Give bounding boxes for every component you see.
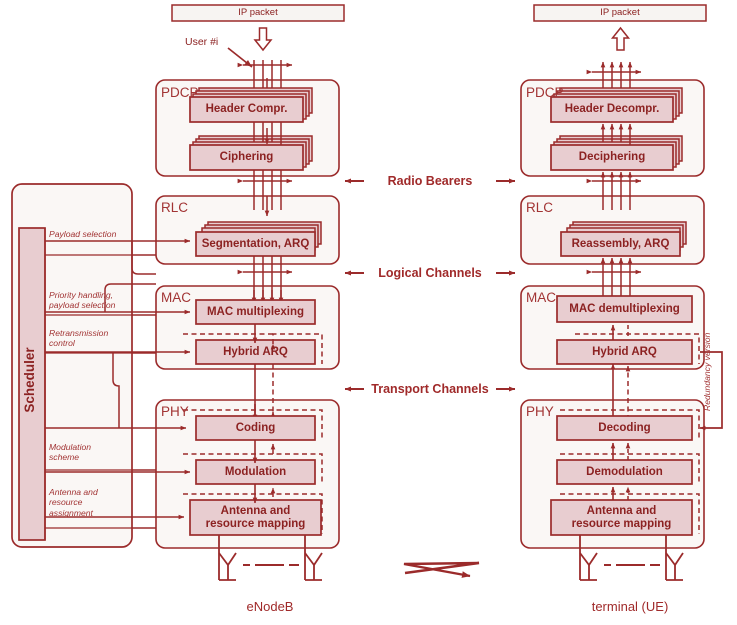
block-label-deciphering[interactable]: Deciphering (551, 145, 673, 170)
scheduler-feature-antenna-assignment: Antenna and resource assignment (49, 487, 98, 518)
interface-label-transport-channels: Transport Channels (371, 382, 489, 396)
radio-link-zigzag (403, 561, 480, 578)
block-label-demodulation[interactable]: Demodulation (557, 460, 692, 484)
scheduler-title: Scheduler (22, 347, 37, 413)
scheduler-feature-priority-handling: Priority handling, payload selection (49, 290, 116, 311)
scheduler-rails (132, 254, 156, 529)
block-label-header-decompr[interactable]: Header Decompr. (551, 97, 673, 122)
block-label-coding[interactable]: Coding (196, 416, 315, 440)
block-label-hybrid-arq-enb[interactable]: Hybrid ARQ (196, 340, 315, 364)
layer-name-mac-ue: MAC (526, 290, 556, 305)
layer-name-rlc-ue: RLC (526, 200, 554, 215)
block-label-mac-demultiplexing[interactable]: MAC demultiplexing (557, 296, 692, 322)
downlink-hollow-arrow (253, 27, 273, 52)
user-index-label: User #i (185, 36, 219, 48)
block-label-decoding[interactable]: Decoding (557, 416, 692, 440)
node-label-ue: terminal (UE) (591, 599, 669, 614)
uplink-hollow-arrow (610, 26, 631, 51)
block-label-hybrid-arq-ue[interactable]: Hybrid ARQ (557, 340, 692, 364)
block-label-reassembly-arq[interactable]: Reassembly, ARQ (561, 232, 680, 256)
block-label-segmentation-arq[interactable]: Segmentation, ARQ (196, 232, 315, 256)
redundancy-version-label: Redundancy version (702, 332, 712, 411)
scheduler-feature-payload-selection: Payload selection (49, 229, 117, 239)
diagram-canvas: IP packet IP packet User #i PDCP RLC MAC… (0, 0, 737, 625)
scheduler-feature-modulation-scheme: Modulation scheme (49, 442, 92, 463)
block-label-antenna-mapping-ue[interactable]: Antenna and resource mapping (551, 500, 692, 535)
node-label-enodeb: eNodeB (246, 599, 294, 614)
block-label-ciphering[interactable]: Ciphering (190, 145, 303, 170)
layer-name-phy-ue: PHY (526, 404, 554, 419)
ip-packet-label-left: IP packet (238, 7, 278, 18)
layer-name-rlc-enb: RLC (161, 200, 189, 215)
interface-label-radio-bearers: Radio Bearers (387, 174, 473, 188)
block-label-modulation[interactable]: Modulation (196, 460, 315, 484)
interface-label-logical-channels: Logical Channels (378, 266, 482, 280)
interface-arrows (344, 178, 516, 392)
block-label-header-compr[interactable]: Header Compr. (190, 97, 303, 122)
layer-name-mac-enb: MAC (161, 290, 191, 305)
scheduler-feature-retransmission-control: Retransmission control (49, 328, 109, 349)
ip-packet-label-right: IP packet (600, 7, 640, 18)
block-label-antenna-mapping-enb[interactable]: Antenna and resource mapping (190, 500, 321, 535)
layer-name-phy-enb: PHY (161, 404, 189, 419)
block-label-mac-multiplexing[interactable]: MAC multiplexing (196, 300, 315, 324)
